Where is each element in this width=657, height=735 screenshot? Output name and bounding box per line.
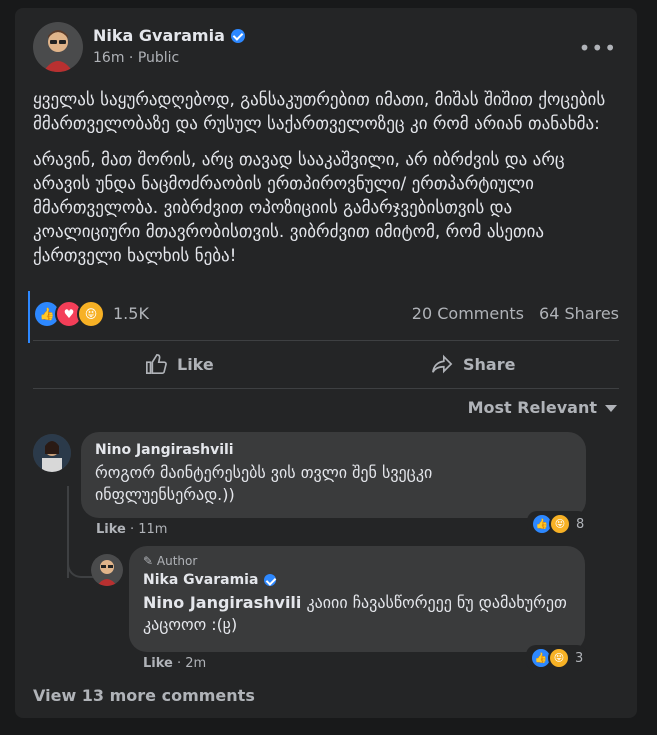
- reply-like-link[interactable]: Like: [143, 656, 173, 671]
- comment-time[interactable]: 11m: [138, 522, 167, 537]
- reply-time[interactable]: 2m: [185, 656, 206, 671]
- post-author-label[interactable]: Nika Gvaramia: [93, 26, 225, 45]
- comments-count[interactable]: 20 Comments: [412, 304, 524, 323]
- reply-bubble: ✎ Author Nika Gvaramia Nino Jangirashvil…: [129, 546, 585, 652]
- author-tag: ✎ Author: [143, 554, 571, 568]
- haha-reaction-icon: 😝: [549, 513, 571, 535]
- divider: [33, 340, 619, 341]
- like-button[interactable]: Like: [145, 344, 214, 384]
- commenter-name[interactable]: Nino Jangirashvili: [95, 442, 572, 458]
- reply-text: Nino Jangirashvili კაიიი ჩავასწორეეე ნუ …: [143, 592, 571, 636]
- comment-meta: Like · 11m: [96, 522, 168, 537]
- reply-reaction-count: 3: [575, 650, 584, 666]
- view-more-comments-link[interactable]: View 13 more comments: [33, 686, 255, 705]
- post-time[interactable]: 16m: [93, 50, 124, 66]
- haha-reaction-icon: 😝: [548, 647, 570, 669]
- post-paragraph-1: ყველას საყურადღებოდ, განსაკუთრებით იმათი…: [33, 90, 606, 134]
- comment-sort-dropdown[interactable]: Most Relevant: [468, 398, 617, 417]
- pencil-icon: ✎: [143, 554, 154, 568]
- reply-author-label[interactable]: Nika Gvaramia: [143, 572, 258, 588]
- reply-author-name[interactable]: Nika Gvaramia: [143, 572, 571, 588]
- post-stats: 20 Comments 64 Shares: [402, 304, 619, 323]
- commenter-avatar[interactable]: [33, 434, 71, 472]
- post-meta: 16m · Public: [93, 50, 180, 66]
- author-avatar[interactable]: [33, 22, 83, 72]
- comment-like-link[interactable]: Like: [96, 522, 126, 537]
- share-button-label: Share: [463, 354, 516, 374]
- post-card: Nika Gvaramia 16m · Public ••• ყველას სა…: [15, 8, 637, 718]
- author-tag-label: Author: [156, 554, 198, 568]
- reply-reactions[interactable]: 👍 😝 3: [526, 645, 588, 671]
- reply-meta: Like · 2m: [143, 656, 207, 671]
- reply-mention[interactable]: Nino Jangirashvili: [143, 593, 301, 612]
- comment-bubble: Nino Jangirashvili როგორ მაინტერესებს ვი…: [81, 432, 586, 518]
- reaction-icons[interactable]: 👍 ♥ 😝: [33, 300, 109, 328]
- comment-reactions[interactable]: 👍 😝 8: [527, 511, 589, 537]
- like-button-label: Like: [177, 354, 214, 374]
- sort-label: Most Relevant: [467, 398, 597, 417]
- reply-author-avatar[interactable]: [91, 554, 123, 586]
- like-thumb-icon: [146, 354, 167, 374]
- post-visibility: Public: [137, 50, 180, 66]
- post-author-name[interactable]: Nika Gvaramia: [93, 26, 245, 45]
- comment-text: როგორ მაინტერესებს ვის თვლი შენ სვეცკი ი…: [95, 463, 433, 504]
- post-paragraph-2: არავინ, მათ შორის, არც თავად სააკაშვილი,…: [33, 150, 565, 266]
- share-arrow-icon: [432, 354, 453, 374]
- divider: [33, 388, 619, 389]
- post-body: ყველას საყურადღებოდ, განსაკუთრებით იმათი…: [33, 88, 623, 280]
- comment-reaction-count: 8: [576, 516, 585, 532]
- reaction-count[interactable]: 1.5K: [113, 304, 149, 323]
- focus-accent-bar: [28, 291, 30, 343]
- verified-icon: [230, 29, 245, 43]
- reactions-row: 👍 ♥ 😝 1.5K 20 Comments 64 Shares: [33, 294, 619, 334]
- share-button[interactable]: Share: [431, 344, 515, 384]
- shares-count[interactable]: 64 Shares: [539, 304, 619, 323]
- more-options-icon[interactable]: •••: [579, 36, 617, 60]
- caret-down-icon: [605, 405, 617, 412]
- haha-reaction-icon: 😝: [77, 300, 105, 328]
- verified-icon: [264, 574, 277, 586]
